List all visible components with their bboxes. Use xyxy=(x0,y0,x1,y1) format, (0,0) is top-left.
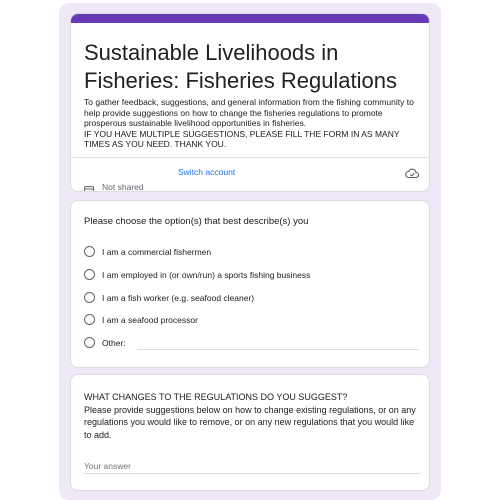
option-commercial-fishermen[interactable]: I am a commercial fishermen xyxy=(84,246,414,260)
form-background: Sustainable Livelihoods in Fisheries: Fi… xyxy=(59,3,441,500)
radio-button[interactable] xyxy=(84,246,95,257)
switch-account-link[interactable]: Switch account xyxy=(178,167,235,177)
option-other[interactable]: Other: xyxy=(84,337,419,351)
question-card-suggestions: WHAT CHANGES TO THE REGULATIONS DO YOU S… xyxy=(70,374,430,491)
question-text: WHAT CHANGES TO THE REGULATIONS DO YOU S… xyxy=(84,391,424,441)
not-shared-label: Not shared xyxy=(102,182,144,192)
description-text: To gather feedback, suggestions, and gen… xyxy=(84,97,414,129)
header-accent-bar xyxy=(71,14,429,23)
option-label: Other: xyxy=(102,338,126,348)
question-title: Please choose the option(s) that best de… xyxy=(84,216,309,227)
question-body: Please provide suggestions below on how … xyxy=(84,404,416,440)
form-header-card: Sustainable Livelihoods in Fisheries: Fi… xyxy=(70,13,430,192)
question-heading: WHAT CHANGES TO THE REGULATIONS DO YOU S… xyxy=(84,392,348,402)
description-note: IF YOU HAVE MULTIPLE SUGGESTIONS, PLEASE… xyxy=(84,128,400,150)
radio-button[interactable] xyxy=(84,314,95,325)
form-description: To gather feedback, suggestions, and gen… xyxy=(84,97,419,150)
not-shared-icon xyxy=(84,183,96,191)
form-title: Sustainable Livelihoods in Fisheries: Fi… xyxy=(84,40,398,93)
option-label: I am a fish worker (e.g. seafood cleaner… xyxy=(102,293,255,303)
option-label: I am a commercial fishermen xyxy=(102,247,212,257)
option-seafood-processor[interactable]: I am a seafood processor xyxy=(84,314,414,328)
answer-input-underline xyxy=(84,473,420,474)
radio-button[interactable] xyxy=(84,292,95,303)
cloud-saved-icon xyxy=(405,166,420,179)
option-fish-worker[interactable]: I am a fish worker (e.g. seafood cleaner… xyxy=(84,292,414,306)
other-text-input[interactable] xyxy=(137,349,419,350)
radio-button[interactable] xyxy=(84,269,95,280)
option-label: I am employed in (or own/run) a sports f… xyxy=(102,270,311,280)
answer-input[interactable]: Your answer xyxy=(84,461,131,471)
radio-button[interactable] xyxy=(84,337,95,348)
question-card-describe: Please choose the option(s) that best de… xyxy=(70,200,430,368)
option-label: I am a seafood processor xyxy=(102,315,198,325)
option-sports-fishing[interactable]: I am employed in (or own/run) a sports f… xyxy=(84,269,414,283)
header-divider xyxy=(71,157,429,158)
